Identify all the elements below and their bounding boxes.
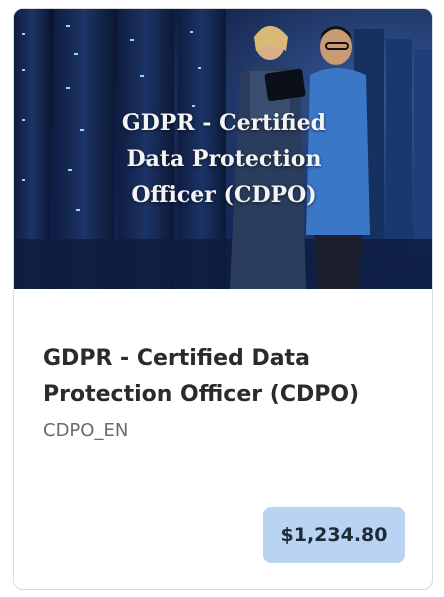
course-details: GDPR - Certified Data Protection Officer… (14, 289, 432, 589)
price-button[interactable]: $1,234.80 (263, 507, 405, 563)
course-card[interactable]: GDPR - Certified Data Protection Officer… (13, 8, 433, 590)
course-image[interactable]: GDPR - Certified Data Protection Officer… (14, 9, 432, 289)
image-title-line: GDPR - Certified (121, 110, 327, 136)
image-title: GDPR - Certified Data Protection Officer… (14, 105, 432, 213)
image-title-line: Data Protection (126, 146, 322, 172)
course-code: CDPO_EN (43, 420, 129, 441)
image-title-line: Officer (CDPO) (131, 182, 317, 208)
course-title[interactable]: GDPR - Certified Data Protection Officer… (43, 341, 413, 413)
